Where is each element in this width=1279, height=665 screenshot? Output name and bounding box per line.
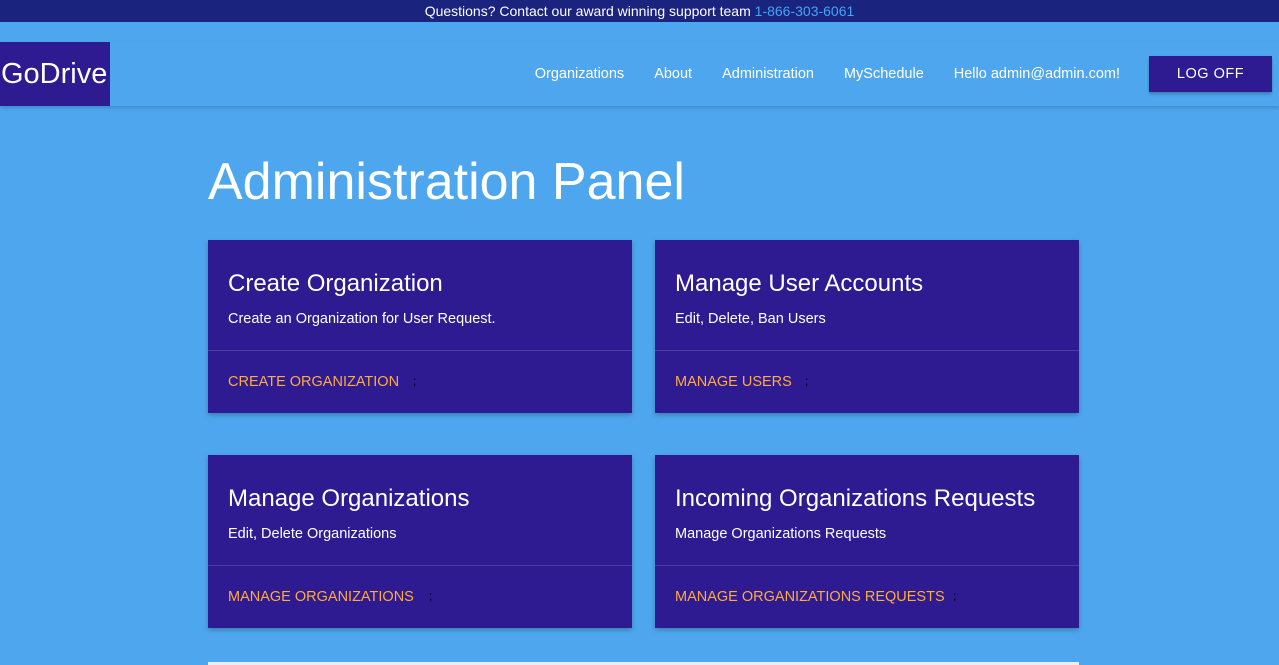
card-separator: ;	[429, 589, 433, 603]
nav-administration[interactable]: Administration	[722, 66, 814, 82]
support-phone-link[interactable]: 1-866-303-6061	[755, 3, 855, 19]
card-title: Create Organization	[228, 270, 443, 297]
card-separator: ;	[413, 374, 417, 388]
manage-organizations-link[interactable]: MANAGE ORGANIZATIONS	[228, 589, 414, 605]
manage-users-link[interactable]: MANAGE USERS	[675, 374, 792, 390]
support-bar: Questions? Contact our award winning sup…	[0, 0, 1279, 22]
navbar: GoDrive Organizations About Administrati…	[0, 42, 1279, 106]
user-greeting: Hello admin@admin.com!	[953, 66, 1120, 82]
logoff-button[interactable]: LOG OFF	[1149, 56, 1272, 92]
card-separator: ;	[805, 374, 809, 388]
card-description: Edit, Delete, Ban Users	[675, 311, 826, 327]
card-description: Edit, Delete Organizations	[228, 526, 397, 542]
card-divider	[208, 565, 632, 566]
nav-organizations[interactable]: Organizations	[535, 66, 624, 82]
card-incoming-organization-requests: Incoming Organizations Requests Manage O…	[655, 455, 1079, 628]
nav-links: Organizations About Administration MySch…	[535, 42, 1279, 106]
card-title: Manage User Accounts	[675, 270, 924, 297]
card-divider	[655, 350, 1079, 351]
card-create-organization: Create Organization Create an Organizati…	[208, 240, 632, 413]
page-title: Administration Panel	[208, 153, 685, 211]
card-separator: ;	[953, 589, 957, 603]
card-divider	[208, 350, 632, 351]
support-text: Questions? Contact our award winning sup…	[424, 3, 751, 19]
card-manage-user-accounts: Manage User Accounts Edit, Delete, Ban U…	[655, 240, 1079, 413]
card-title: Manage Organizations	[228, 485, 470, 512]
brand-logo[interactable]: GoDrive	[0, 42, 110, 106]
card-manage-organizations: Manage Organizations Edit, Delete Organi…	[208, 455, 632, 628]
nav-about[interactable]: About	[654, 66, 692, 82]
card-divider	[655, 565, 1079, 566]
create-organization-link[interactable]: CREATE ORGANIZATION	[228, 374, 399, 390]
nav-myschedule[interactable]: MySchedule	[844, 66, 924, 82]
card-title: Incoming Organizations Requests	[675, 485, 1036, 512]
card-description: Manage Organizations Requests	[675, 526, 887, 542]
card-description: Create an Organization for User Request.	[228, 311, 496, 327]
manage-organization-requests-link[interactable]: MANAGE ORGANIZATIONS REQUESTS	[675, 589, 945, 605]
